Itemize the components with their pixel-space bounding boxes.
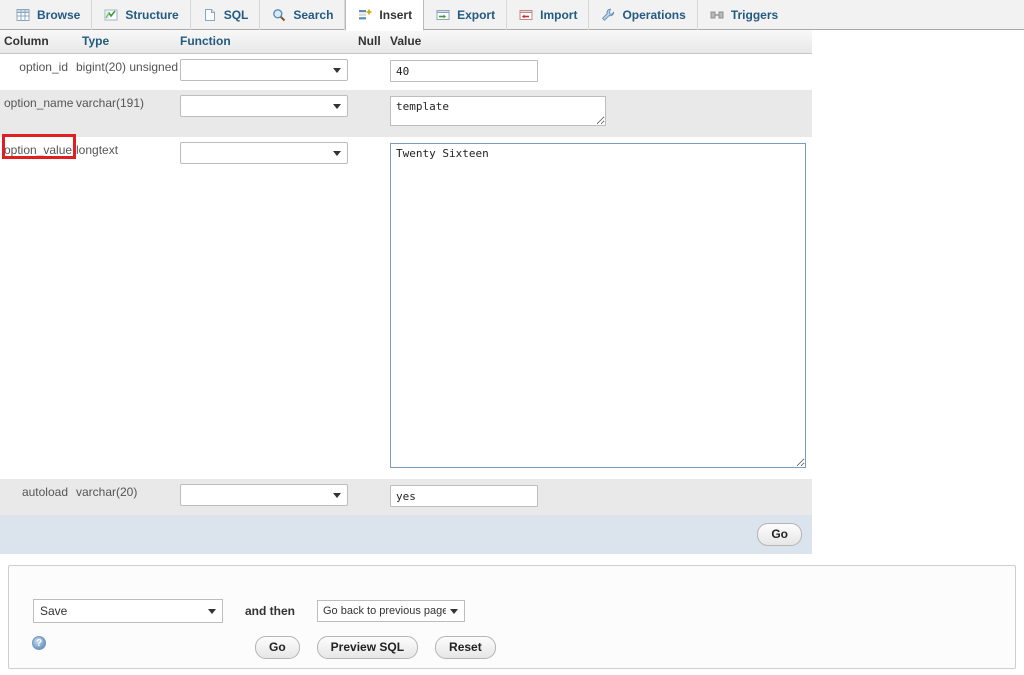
table-row-option-id: option_id bigint(20) unsigned <box>0 54 812 91</box>
header-type: Type <box>76 30 174 54</box>
sql-document-icon <box>202 7 218 23</box>
browse-grid-icon <box>15 7 31 23</box>
help-question-icon[interactable]: ? <box>32 636 46 650</box>
field-type: bigint(20) unsigned <box>76 54 174 91</box>
field-null-cell <box>352 90 384 137</box>
header-value: Value <box>384 30 812 54</box>
and-then-label: and then <box>245 604 295 618</box>
tab-label: Insert <box>379 8 412 22</box>
field-function-cell <box>174 479 352 515</box>
value-textarea-option-value[interactable]: Twenty Sixteen <box>390 143 806 468</box>
tab-triggers[interactable]: Triggers <box>698 0 789 30</box>
go-button-table[interactable]: Go <box>757 523 802 546</box>
go-button[interactable]: Go <box>255 636 300 659</box>
field-function-cell <box>174 54 352 91</box>
tab-browse[interactable]: Browse <box>4 0 92 30</box>
reset-button[interactable]: Reset <box>435 636 496 659</box>
field-null-cell <box>352 137 384 479</box>
insert-field-table: Column Type Function Null Value option_i… <box>0 30 812 554</box>
header-function: Function <box>174 30 352 54</box>
import-icon <box>518 7 534 23</box>
insert-options-panel: Save and then Go back to previous page ?… <box>8 565 1016 669</box>
tab-label: SQL <box>224 8 249 22</box>
function-select-option-value[interactable] <box>180 142 348 164</box>
function-select-autoload[interactable] <box>180 484 348 506</box>
function-select-option-name[interactable] <box>180 95 348 117</box>
tab-export[interactable]: Export <box>424 0 507 30</box>
field-function-cell <box>174 90 352 137</box>
field-column-name: option_id <box>0 54 76 91</box>
field-null-cell <box>352 479 384 515</box>
table-row-option-name: option_name varchar(191) template <box>0 90 812 137</box>
function-select-option-id[interactable] <box>180 59 348 81</box>
field-column-name: option_name <box>0 90 76 137</box>
field-null-cell <box>352 54 384 91</box>
field-function-cell <box>174 137 352 479</box>
header-null: Null <box>352 30 384 54</box>
tab-sql[interactable]: SQL <box>191 0 261 30</box>
field-value-cell <box>384 479 812 515</box>
field-column-name: option_value <box>0 137 76 479</box>
value-textarea-option-name[interactable]: template <box>390 96 606 126</box>
field-value-cell: template <box>384 90 812 137</box>
tab-label: Structure <box>125 8 178 22</box>
insert-row-icon <box>357 7 373 23</box>
phpmyadmin-insert-page: Browse Structure SQL <box>0 0 1024 675</box>
field-type: longtext <box>76 137 174 479</box>
go-row-cell: Go <box>0 515 812 554</box>
preview-sql-button[interactable]: Preview SQL <box>317 636 418 659</box>
insert-mode-controls: Save and then Go back to previous page <box>33 599 465 623</box>
tab-label: Triggers <box>731 8 778 22</box>
field-value-cell <box>384 54 812 91</box>
field-column-name: autoload <box>0 479 76 515</box>
tab-import[interactable]: Import <box>507 0 589 30</box>
table-header-row: Column Type Function Null Value <box>0 30 812 54</box>
search-magnifier-icon <box>271 7 287 23</box>
table-row-option-value: option_value longtext Twenty Sixteen <box>0 137 812 479</box>
table-nav-tabs: Browse Structure SQL <box>0 0 1024 30</box>
tab-label: Export <box>457 8 495 22</box>
tab-insert[interactable]: Insert <box>345 0 424 31</box>
after-insert-select[interactable]: Go back to previous page <box>317 600 465 622</box>
field-type: varchar(191) <box>76 90 174 137</box>
structure-icon <box>103 7 119 23</box>
save-mode-select[interactable]: Save <box>33 599 223 623</box>
tab-label: Search <box>293 8 333 22</box>
insert-action-buttons: Go Preview SQL Reset <box>255 636 496 659</box>
tab-label: Operations <box>622 8 685 22</box>
triggers-icon <box>709 7 725 23</box>
field-value-cell: Twenty Sixteen <box>384 137 812 479</box>
table-go-row: Go <box>0 515 812 554</box>
tab-label: Import <box>540 8 577 22</box>
value-input-option-id[interactable] <box>390 60 538 82</box>
tab-search[interactable]: Search <box>260 0 345 30</box>
tab-label: Browse <box>37 8 80 22</box>
table-row-autoload: autoload varchar(20) <box>0 479 812 515</box>
tab-operations[interactable]: Operations <box>589 0 697 30</box>
field-type: varchar(20) <box>76 479 174 515</box>
export-icon <box>435 7 451 23</box>
value-input-autoload[interactable] <box>390 485 538 507</box>
header-column: Column <box>0 30 76 54</box>
wrench-icon <box>600 7 616 23</box>
tab-structure[interactable]: Structure <box>92 0 190 30</box>
